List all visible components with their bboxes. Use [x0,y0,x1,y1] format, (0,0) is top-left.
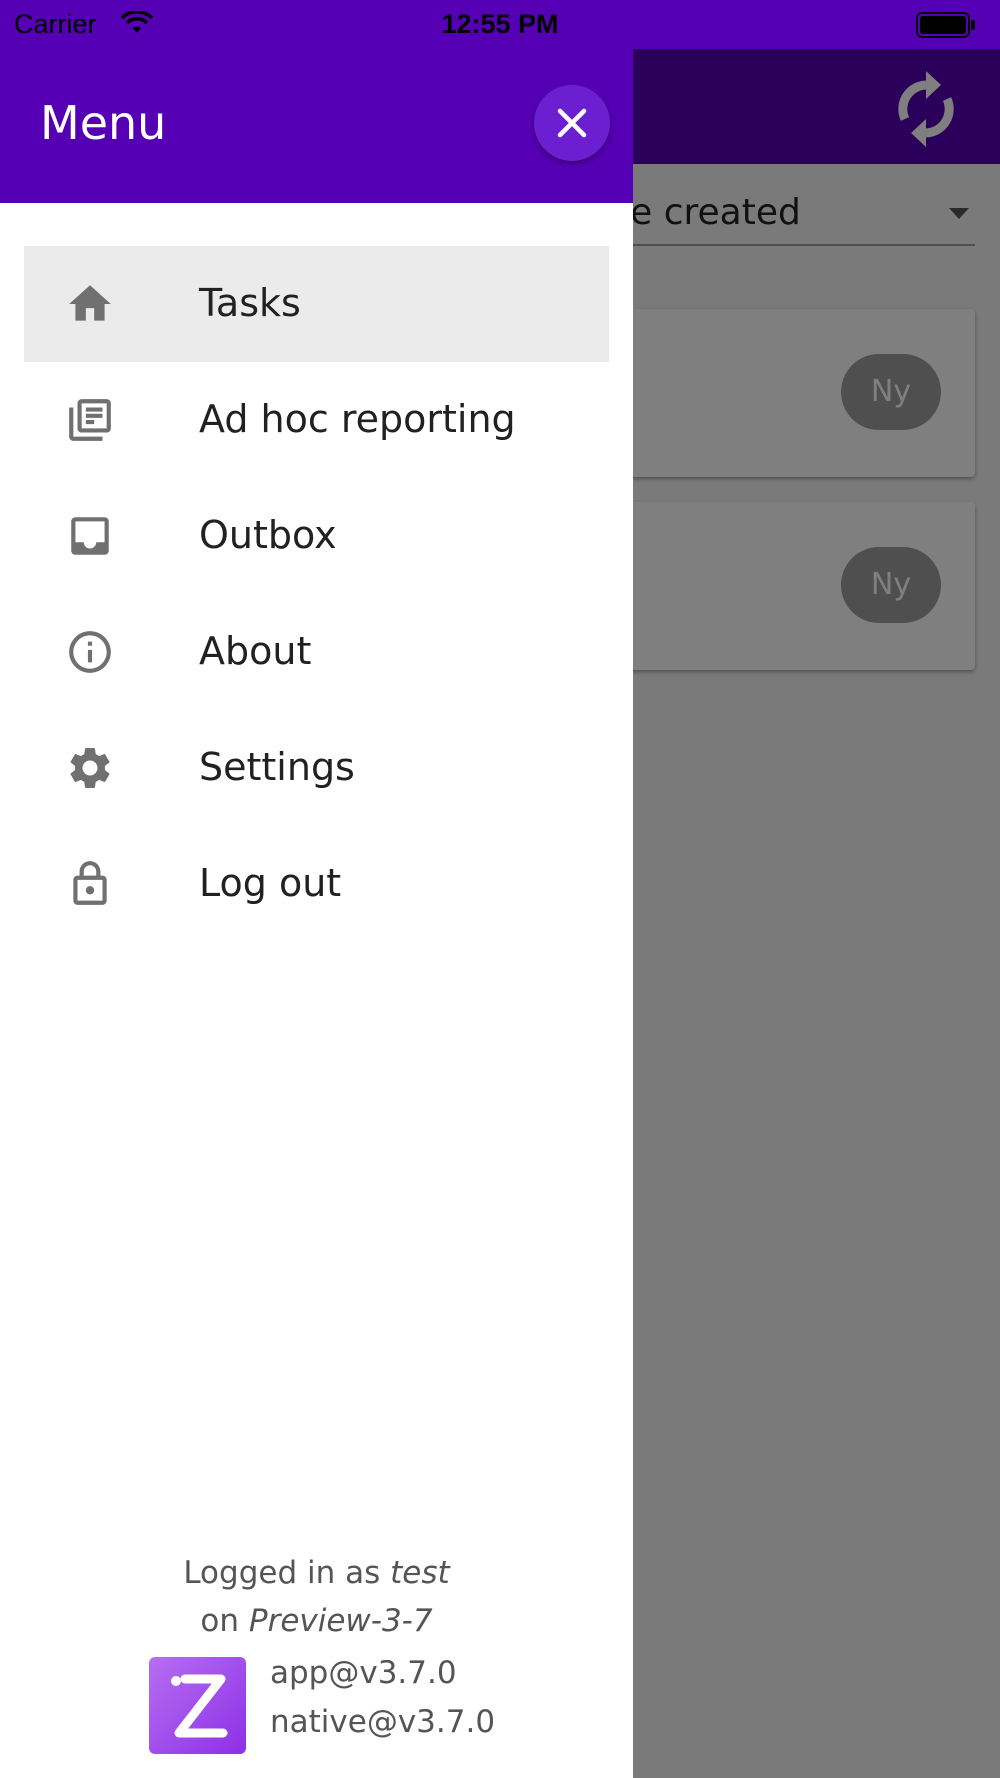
login-info: Logged in as test [183,1555,450,1591]
app-logo [149,1657,246,1754]
menu-item-outbox[interactable]: Outbox [24,478,609,594]
menu-item-about[interactable]: About [24,594,609,710]
menu-item-label: Log out [199,861,342,905]
drawer-menu: Tasks Ad hoc reporting Outbox About Sett… [24,246,609,942]
home-icon [65,279,115,329]
username: test [390,1555,450,1591]
native-version: native@v3.7.0 [270,1704,496,1740]
close-icon [557,108,587,138]
menu-item-label: Tasks [199,281,301,325]
drawer-title: Menu [40,96,167,150]
environment-name: Preview-3-7 [248,1603,433,1639]
drawer-footer: Logged in as test on Preview-3-7 [0,1549,633,1645]
menu-item-label: Settings [199,745,355,789]
info-icon [65,627,115,677]
close-drawer-button[interactable] [534,85,610,161]
clock: 12:55 PM [441,9,559,39]
status-bar: Carrier 12:55 PM [0,0,1000,49]
menu-item-label: Outbox [199,513,337,557]
menu-item-label: About [199,629,312,673]
lock-icon [65,859,115,909]
battery-icon [916,12,976,42]
menu-item-ad-hoc-reporting[interactable]: Ad hoc reporting [24,362,609,478]
version-info: app@v3.7.0 native@v3.7.0 [270,1649,495,1747]
library-books-icon [65,395,115,445]
menu-item-tasks[interactable]: Tasks [24,246,609,362]
app-version: app@v3.7.0 [270,1655,457,1691]
drawer-header: Menu [0,49,633,203]
gear-icon [65,743,115,793]
environment-info: on Preview-3-7 [200,1603,433,1639]
menu-item-settings[interactable]: Settings [24,710,609,826]
menu-item-label: Ad hoc reporting [199,397,516,441]
menu-item-log-out[interactable]: Log out [24,826,609,942]
inbox-icon [65,511,115,561]
navigation-drawer: Menu Tasks Ad hoc reporting Outbox About… [0,49,633,1778]
